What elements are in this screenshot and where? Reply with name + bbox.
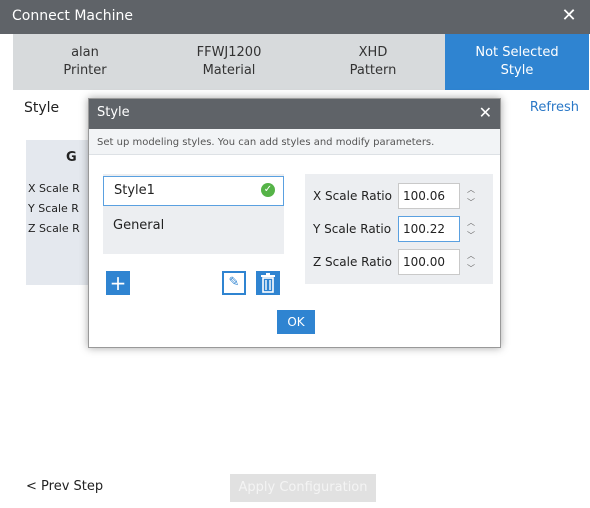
delete-style-button[interactable] — [256, 271, 280, 295]
z-scale-spinner[interactable]: ︿ ﹀ — [465, 249, 477, 275]
prev-step-link[interactable]: < Prev Step — [26, 479, 103, 494]
spin-down-icon[interactable]: ﹀ — [465, 262, 477, 275]
edit-style-button[interactable]: ✎ — [222, 271, 246, 295]
scale-parameters: X Scale Ratio ︿ ﹀ Y Scale Ratio ︿ ﹀ Z Sc… — [305, 174, 493, 284]
z-scale-input[interactable] — [398, 249, 460, 275]
wizard-tabs: alan Printer FFWJ1200 Material XHD Patte… — [13, 34, 589, 90]
tab-value: FFWJ1200 — [196, 45, 262, 60]
x-scale-label: X Scale Ratio — [313, 189, 392, 203]
tab-value: alan — [71, 45, 99, 60]
close-icon[interactable]: ✕ — [558, 5, 580, 27]
card-row: Y Scale R — [28, 202, 79, 215]
spin-up-icon[interactable]: ︿ — [465, 249, 477, 262]
y-scale-row: Y Scale Ratio ︿ ﹀ — [313, 216, 493, 244]
ok-button[interactable]: OK — [277, 310, 315, 334]
style-dialog: Style ✕ Set up modeling styles. You can … — [88, 98, 501, 348]
dialog-titlebar: Style ✕ — [89, 99, 500, 129]
list-item-label: General — [113, 218, 165, 233]
x-scale-row: X Scale Ratio ︿ ﹀ — [313, 183, 493, 211]
spin-down-icon[interactable]: ﹀ — [465, 196, 477, 209]
spin-down-icon[interactable]: ﹀ — [465, 229, 477, 242]
close-icon[interactable]: ✕ — [479, 102, 492, 124]
list-item[interactable]: Style1 ✓ — [103, 176, 284, 206]
apply-configuration-button[interactable]: Apply Configuration — [230, 474, 376, 502]
x-scale-input[interactable] — [398, 183, 460, 209]
z-scale-row: Z Scale Ratio ︿ ﹀ — [313, 249, 493, 277]
delete-icon — [261, 273, 275, 293]
refresh-link[interactable]: Refresh — [530, 100, 579, 115]
edit-icon: ✎ — [228, 275, 240, 290]
dialog-title: Style — [97, 105, 130, 120]
tab-label: Pattern — [349, 63, 397, 78]
tab-label: Printer — [63, 63, 107, 78]
card-letter: G — [66, 150, 77, 165]
tab-printer[interactable]: alan Printer — [13, 34, 157, 90]
tab-label: Material — [202, 63, 256, 78]
dialog-description: Set up modeling styles. You can add styl… — [89, 129, 500, 155]
y-scale-label: Y Scale Ratio — [313, 222, 392, 236]
section-label: Style — [24, 100, 60, 116]
card-row: X Scale R — [28, 182, 80, 195]
z-scale-label: Z Scale Ratio — [313, 255, 392, 269]
tab-material[interactable]: FFWJ1200 Material — [157, 34, 301, 90]
tab-value: XHD — [358, 45, 388, 60]
x-scale-spinner[interactable]: ︿ ﹀ — [465, 183, 477, 209]
tab-style[interactable]: Not Selected Style — [445, 34, 589, 90]
check-icon: ✓ — [261, 183, 275, 197]
list-item[interactable]: General — [103, 210, 284, 242]
spin-up-icon[interactable]: ︿ — [465, 183, 477, 196]
list-item-label: Style1 — [114, 183, 155, 198]
spin-up-icon[interactable]: ︿ — [465, 216, 477, 229]
y-scale-spinner[interactable]: ︿ ﹀ — [465, 216, 477, 242]
tab-value: Not Selected — [475, 45, 559, 60]
tab-pattern[interactable]: XHD Pattern — [301, 34, 445, 90]
tab-label: Style — [500, 63, 534, 78]
add-icon: + — [109, 271, 127, 295]
add-style-button[interactable]: + — [106, 271, 130, 295]
y-scale-input[interactable] — [398, 216, 460, 242]
style-list: Style1 ✓ General — [103, 174, 284, 254]
card-row: Z Scale R — [28, 222, 80, 235]
window-title: Connect Machine — [12, 8, 133, 24]
window-titlebar: Connect Machine ✕ — [0, 0, 590, 34]
